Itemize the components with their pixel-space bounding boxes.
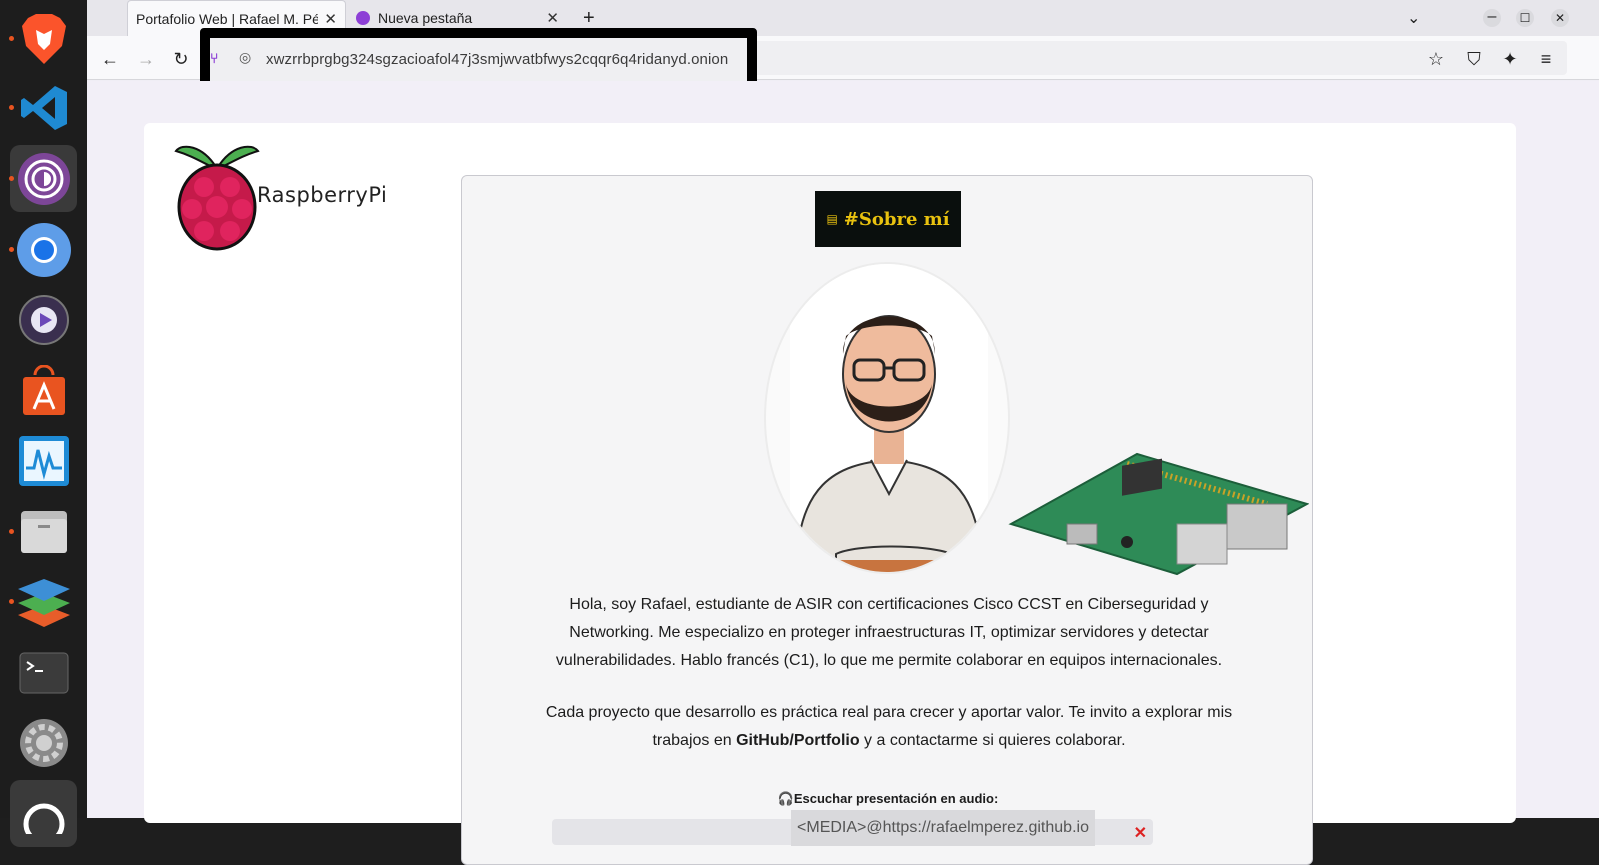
tor-browser-icon[interactable] — [9, 145, 77, 212]
onion-circuit-icon: ⑂ — [210, 50, 219, 66]
back-button[interactable]: ← — [98, 47, 122, 71]
badge-title: #Sobre mí — [843, 208, 950, 230]
github-portfolio-link[interactable]: GitHub/Portfolio — [736, 732, 860, 749]
raspberry-pi-logo: RaspberryPi — [172, 139, 387, 251]
media-placeholder[interactable]: <MEDIA>@https://rafaelmperez.github.io — [791, 810, 1095, 846]
browser-window: Portafolio Web | Rafael M. Pé ✕ Nueva pe… — [87, 0, 1599, 865]
page-viewport: RaspberryPi ▤ #Sobre mí Hola, soy Rafael… — [87, 81, 1599, 865]
content-card: RaspberryPi ▤ #Sobre mí Hola, soy Rafael… — [144, 123, 1516, 865]
hamburger-icon: ≡ — [1540, 48, 1552, 69]
audio-label-text: Escuchar presentación en audio: — [793, 791, 999, 806]
lock-icon: ◎ — [239, 49, 252, 65]
intro-paragraph: Hola, soy Rafael, estudiante de ASIR con… — [555, 596, 1223, 669]
layers-app-icon[interactable] — [9, 568, 77, 635]
arrow-left-icon: ← — [101, 48, 119, 69]
avatar — [764, 262, 1010, 574]
close-tab-icon[interactable]: ✕ — [546, 9, 559, 27]
about-section: ▤ #Sobre mí Hola, soy Rafael, estudiante… — [461, 175, 1313, 865]
forward-button[interactable]: → — [134, 47, 158, 71]
cta-paragraph: Cada proyecto que desarrollo es práctica… — [544, 699, 1234, 755]
minimize-icon: – — [1483, 9, 1501, 27]
menu-button[interactable]: ≡ — [1534, 47, 1558, 71]
reload-icon: ↻ — [173, 48, 189, 69]
headphones-icon: 🎧 — [777, 791, 794, 806]
badge-emoji-icon: ▤ — [826, 212, 838, 226]
vscode-icon[interactable] — [9, 74, 77, 141]
about-badge: ▤ #Sobre mí — [815, 191, 961, 247]
files-icon[interactable] — [9, 498, 77, 565]
raspberry-pi-board-image — [1007, 424, 1310, 584]
tab-label: Portafolio Web | Rafael M. Pé — [136, 10, 318, 27]
audio-player[interactable]: <MEDIA>@https://rafaelmperez.github.io ✕ — [552, 810, 1153, 846]
shield-icon: ⛉ — [1467, 48, 1481, 69]
cta-text-after: y a contactarme si quieres colaborar. — [859, 732, 1126, 749]
app-center-icon[interactable] — [10, 357, 77, 424]
bookmark-button[interactable]: ☆ — [1424, 47, 1448, 71]
logo-text: RaspberryPi — [257, 183, 388, 207]
audio-label: 🎧Escuchar presentación en audio: — [462, 791, 1314, 807]
reload-button[interactable]: ↻ — [169, 47, 193, 71]
new-identity-button[interactable]: ✦ — [1498, 47, 1522, 71]
close-icon[interactable]: ✕ — [1134, 823, 1147, 843]
settings-icon[interactable] — [10, 709, 77, 776]
plus-icon: + — [583, 6, 595, 29]
close-tab-icon[interactable]: ✕ — [324, 10, 337, 28]
person-illustration — [790, 264, 988, 572]
ubuntu-dock — [0, 0, 87, 847]
tor-tab-icon — [356, 11, 370, 25]
brave-browser-icon[interactable] — [9, 5, 77, 72]
close-icon: ✕ — [1551, 9, 1569, 27]
media-player-icon[interactable] — [10, 286, 77, 353]
url-text[interactable]: xwzrrbprgbg324sgzacioafol47j3smjwvatbfwy… — [266, 51, 728, 68]
chevron-down-icon: ⌄ — [1407, 10, 1421, 27]
close-window-button[interactable]: ✕ — [1543, 0, 1577, 36]
list-tabs-button[interactable]: ⌄ — [1399, 0, 1428, 36]
system-monitor-icon[interactable] — [10, 427, 77, 494]
broom-icon: ✦ — [1502, 48, 1518, 69]
terminal-icon[interactable] — [10, 639, 77, 706]
security-level-button[interactable]: ⛉ — [1462, 47, 1486, 71]
arrow-right-icon: → — [137, 48, 155, 69]
minimize-button[interactable]: – — [1475, 0, 1509, 36]
maximize-icon: ☐ — [1516, 9, 1534, 27]
maximize-button[interactable]: ☐ — [1508, 0, 1542, 36]
raspberry-icon — [174, 145, 260, 251]
chromium-icon[interactable] — [9, 216, 77, 283]
star-icon: ☆ — [1427, 48, 1445, 69]
tab-label: Nueva pestaña — [378, 10, 473, 26]
ubuntu-icon[interactable] — [10, 780, 77, 847]
